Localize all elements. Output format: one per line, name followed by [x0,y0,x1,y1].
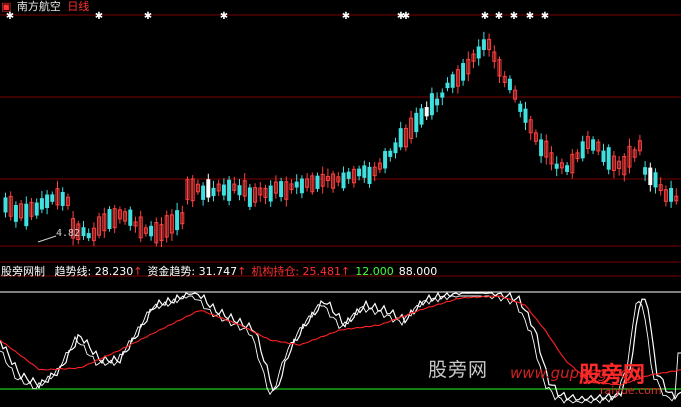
candle-body[interactable] [149,225,154,237]
candle-body[interactable] [429,93,434,116]
candle-body[interactable] [435,98,440,106]
candle-body[interactable] [367,166,372,184]
candle-body[interactable] [653,172,658,188]
candle-body[interactable] [221,184,226,196]
watermark-logo-url: raiyue.com [600,384,662,397]
candle-body[interactable] [357,168,362,177]
indicator-name[interactable]: 股旁网制 [1,265,45,278]
candle-body[interactable] [445,82,450,89]
candle-body[interactable] [648,167,653,186]
price-grid [0,14,681,247]
signal-marker: ✱ [510,11,518,22]
chart-title-bar: ▣ 南方航空 日线 [1,0,89,13]
candle-body[interactable] [424,107,429,117]
candle-body[interactable] [481,39,486,50]
candle-body[interactable] [315,175,320,189]
candle-body[interactable] [643,167,648,175]
candle-body[interactable] [24,203,29,227]
candle-body[interactable] [86,233,91,239]
candle-body[interactable] [201,185,206,200]
candle-body[interactable] [34,202,39,216]
candle-body[interactable] [669,187,674,202]
signal-marker: ✱ [144,11,152,22]
indicator-value-1: 资金趋势: 31.747↑ [147,265,247,278]
indicator-values: 趋势线: 28.230↑ 资金趋势: 31.747↑ 机构持仓: 25.481↑ 12… [55,265,443,278]
candle-body[interactable] [539,139,544,157]
signal-marker: ✱ [541,11,549,22]
candle-body[interactable] [606,147,611,170]
candle-body[interactable] [299,178,304,194]
candle-body[interactable] [39,198,44,210]
candle-body[interactable] [419,108,424,125]
candle-body[interactable] [346,171,351,179]
candle-body[interactable] [398,128,403,148]
candle-body[interactable] [279,181,284,198]
candle-body[interactable] [565,165,570,172]
low-price-label: 4.82 [56,228,81,239]
candle-body[interactable] [450,74,455,88]
signal-marker: ✱ [95,11,103,22]
signal-marker: ✱ [526,11,534,22]
candle-body[interactable] [211,187,216,197]
candle-body[interactable] [107,209,112,230]
low-price-pointer [37,235,57,243]
candle-body[interactable] [388,150,393,157]
candle-body[interactable] [81,227,86,237]
candle-body[interactable] [237,185,242,196]
signal-marker: ✱ [481,11,489,22]
candle-body[interactable] [476,46,481,59]
candle-body[interactable] [50,194,55,202]
candle-body[interactable] [227,179,232,201]
candle-body[interactable] [461,63,466,81]
candle-body[interactable] [383,151,388,169]
indicator-legend: 股旁网制 趋势线: 28.230↑ 资金趋势: 31.747↑ 机构持仓: 25.4… [1,265,442,278]
indicator-value-0: 趋势线: 28.230↑ [54,265,143,278]
indicator-value-2: 机构持仓: 25.481↑ [251,265,351,278]
signal-marker: ✱ [402,11,410,22]
signal-marker: ✱ [495,11,503,22]
stock-name: 南方航空 [16,0,61,13]
candle-body[interactable] [175,210,180,231]
candle-body[interactable] [440,92,445,98]
candle-body[interactable] [362,165,367,178]
candle-body[interactable] [45,194,50,208]
watermark-site-cn: 股旁网 [428,359,489,381]
signal-marker: ✱ [220,11,228,22]
candle-body[interactable] [601,150,606,163]
indicator-value-3: 12.000 [355,265,394,278]
chart-icon: ▣ [1,0,12,13]
candle-body[interactable] [518,103,523,112]
candle-body[interactable] [60,192,65,206]
chart-period[interactable]: 日线 [67,0,89,13]
candle-body[interactable] [3,197,8,213]
candle-body[interactable] [580,141,585,159]
candlesticks[interactable] [3,31,679,247]
candle-body[interactable] [206,179,211,198]
signal-marker: ✱ [342,11,350,22]
candle-body[interactable] [554,163,559,169]
candle-body[interactable] [13,205,18,222]
candle-body[interactable] [414,112,419,133]
stock-chart[interactable]: ✱ ✱ ✱ ✱ ✱ ✱✱ ✱ ✱ ✱ ✱ ✱ [0,0,681,407]
candle-body[interactable] [294,181,299,188]
candle-body[interactable] [523,108,528,123]
candle-body[interactable] [128,209,133,226]
candle-body[interactable] [393,142,398,154]
candle-body[interactable] [268,185,273,202]
candle-body[interactable] [341,172,346,189]
candle-body[interactable] [507,78,512,91]
indicator-value-4: 88.000 [398,265,438,278]
candle-body[interactable] [591,139,596,151]
candle-body[interactable] [247,187,252,207]
